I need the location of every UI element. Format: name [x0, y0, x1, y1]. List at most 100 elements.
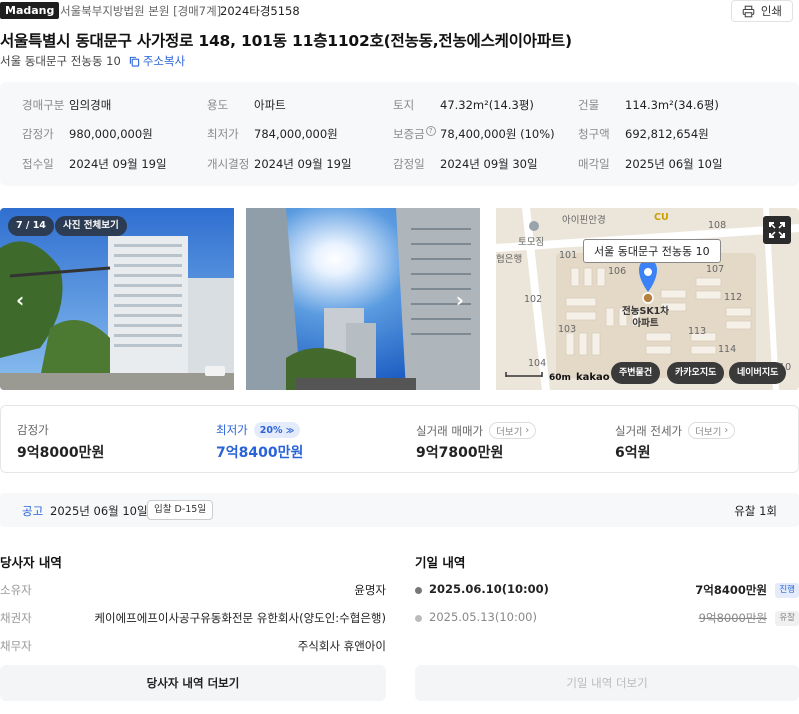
info-label: 개시결정 [207, 157, 250, 171]
map-building-no: 114 [718, 344, 737, 355]
min-price-label-row: 최저가 20% ≫ [216, 422, 301, 438]
jeonse-price-more-button[interactable]: 더보기 › [688, 422, 736, 439]
info-sale-date: 매각일 2025년 06월 10일 [578, 156, 723, 172]
info-label: 토지 [393, 98, 415, 112]
more-label: 더보기 [695, 426, 722, 438]
party-label: 소유자 [0, 583, 32, 597]
parties-title: 당사자 내역 [0, 555, 62, 570]
parties-more-button[interactable]: 당사자 내역 더보기 [0, 665, 386, 701]
map-building-no: 101 [559, 250, 578, 261]
next-photo-arrow-icon[interactable]: › [456, 288, 464, 312]
info-min-price: 최저가 784,000,000원 [207, 126, 338, 142]
party-value: 주식회사 휴앤아이 [297, 639, 386, 653]
bullet-dot-icon [415, 587, 422, 594]
map-poi: 토모짐 [518, 237, 545, 248]
case-info-panel: 경매구분 임의경매 용도 아파트 토지 47.32m²(14.3평) 건물 114.3m… [0, 82, 799, 186]
sale-price-label-row: 실거래 매매가 더보기 › [416, 422, 537, 439]
map-building-no: 107 [706, 264, 725, 275]
schedule-amount: 9억8000만원 [698, 611, 767, 625]
info-value: 78,400,000원 (10%) [440, 127, 555, 141]
info-value: 아파트 [254, 98, 286, 112]
discount-badge: 20% ≫ [253, 422, 301, 438]
info-label: 접수일 [22, 157, 54, 171]
sale-price-value: 9억7800만원 [416, 445, 504, 461]
info-value: 980,000,000원 [69, 127, 153, 141]
info-value: 692,812,654원 [625, 127, 709, 141]
location-map[interactable]: 아이핀안경 CU 토모짐 협은행 108 101 106 107 102 112… [496, 208, 799, 390]
map-building-no: 104 [528, 358, 547, 369]
sale-price-more-button[interactable]: 더보기 › [489, 422, 537, 439]
info-received: 접수일 2024년 09월 19일 [22, 156, 167, 172]
schedule-title: 기일 내역 [415, 555, 466, 570]
help-icon[interactable]: ? [425, 126, 436, 136]
min-price-value: 7억8400만원 [216, 445, 304, 461]
nearby-items-button[interactable]: 주변물건 [611, 362, 661, 384]
schedule-row: 2025.05.13(10:00) 9억8000만원 유찰 [415, 610, 799, 628]
kakao-map-button[interactable]: 카카오지도 [667, 362, 725, 384]
naver-map-button[interactable]: 네이버지도 [729, 362, 787, 384]
jibun-address: 서울 동대문구 전농동 10 [0, 54, 121, 68]
info-appraisal: 감정가 980,000,000원 [22, 126, 153, 142]
appraisal-value: 9억8000만원 [17, 445, 105, 461]
info-claim: 청구액 692,812,654원 [578, 126, 709, 142]
jibun-address-row: 서울 동대문구 전농동 10 주소복사 [0, 53, 185, 69]
jeonse-price-value: 6억원 [615, 445, 651, 461]
info-label: 매각일 [578, 157, 610, 171]
expand-map-button[interactable] [763, 216, 791, 244]
price-summary: 감정가 9억8000만원 최저가 20% ≫ 7억8400만원 실거래 매매가 … [0, 405, 799, 473]
view-all-photos-button[interactable]: 사진 전체보기 [55, 216, 127, 236]
info-label: 청구액 [578, 127, 610, 141]
status-badge: 진행 [775, 583, 799, 598]
schedule-amount: 7억8400만원 [695, 583, 767, 597]
map-poi: 아이핀안경 [562, 215, 606, 226]
fail-count: 유찰 1회 [734, 504, 777, 518]
info-value: 2024년 09월 19일 [69, 157, 167, 171]
printer-icon [742, 5, 755, 17]
chevron-right-icon: › [525, 425, 530, 436]
discount-pct: 20% [259, 424, 283, 436]
notice-bar: 공고 2025년 06월 10일 입찰 D-15일 유찰 1회 [0, 493, 799, 527]
chevron-right-icon: › [724, 425, 729, 436]
photo-image [246, 208, 480, 390]
print-label: 인쇄 [760, 4, 782, 18]
info-auction-type: 경매구분 임의경매 [22, 97, 111, 113]
property-photo-2[interactable]: › [246, 208, 480, 390]
map-pin-tooltip: 서울 동대문구 전농동 10 [583, 239, 721, 263]
property-photo-1[interactable]: 7 / 14 사진 전체보기 ‹ [0, 208, 234, 390]
kakao-logo: kakao [576, 372, 610, 383]
top-bar: Madang 서울북부지방법원 본원 [경매7계] 2024타경5158 인쇄 [0, 0, 799, 24]
print-button[interactable]: 인쇄 [730, 0, 793, 22]
info-deposit: 보증금? 78,400,000원 (10%) [393, 126, 555, 142]
schedule-row: 2025.06.10(10:00) 7억8400만원 진행 [415, 582, 799, 600]
map-building-no: 113 [688, 326, 707, 337]
map-scale-label: 60m [549, 373, 571, 383]
map-building-no: 108 [708, 220, 727, 231]
party-label: 채권자 [0, 611, 32, 625]
info-label: 건물 [578, 98, 600, 112]
court-name: 서울북부지방법원 본원 [경매7계] [60, 4, 222, 18]
copy-icon [129, 56, 140, 67]
info-value: 2024년 09월 30일 [440, 157, 538, 171]
info-label: 감정가 [22, 127, 54, 141]
madang-logo[interactable]: Madang [0, 2, 60, 19]
copy-address-label: 주소복사 [142, 54, 186, 68]
prev-photo-arrow-icon[interactable]: ‹ [16, 288, 24, 312]
jeonse-price-label: 실거래 전세가 [615, 423, 683, 438]
info-value: 114.3m²(34.6평) [625, 98, 719, 112]
map-building-no: 102 [524, 294, 543, 305]
appraisal-label: 감정가 [17, 423, 49, 437]
info-label: 경매구분 [22, 98, 65, 112]
info-label: 감정일 [393, 157, 425, 171]
info-land: 토지 47.32m²(14.3평) [393, 97, 534, 113]
map-building-no: 106 [608, 266, 627, 277]
map-poi: 협은행 [496, 254, 523, 265]
bullet-dot-icon [415, 615, 422, 622]
notice-date: 2025년 06월 10일 [50, 504, 148, 518]
status-badge: 유찰 [775, 611, 799, 626]
schedule-more-button[interactable]: 기일 내역 더보기 [415, 665, 799, 701]
photo-counter: 7 / 14 [8, 216, 54, 236]
map-building-no: 103 [558, 324, 577, 335]
case-number: 2024타경5158 [220, 4, 300, 18]
copy-address-button[interactable]: 주소복사 [129, 53, 185, 69]
party-label: 채무자 [0, 639, 32, 653]
